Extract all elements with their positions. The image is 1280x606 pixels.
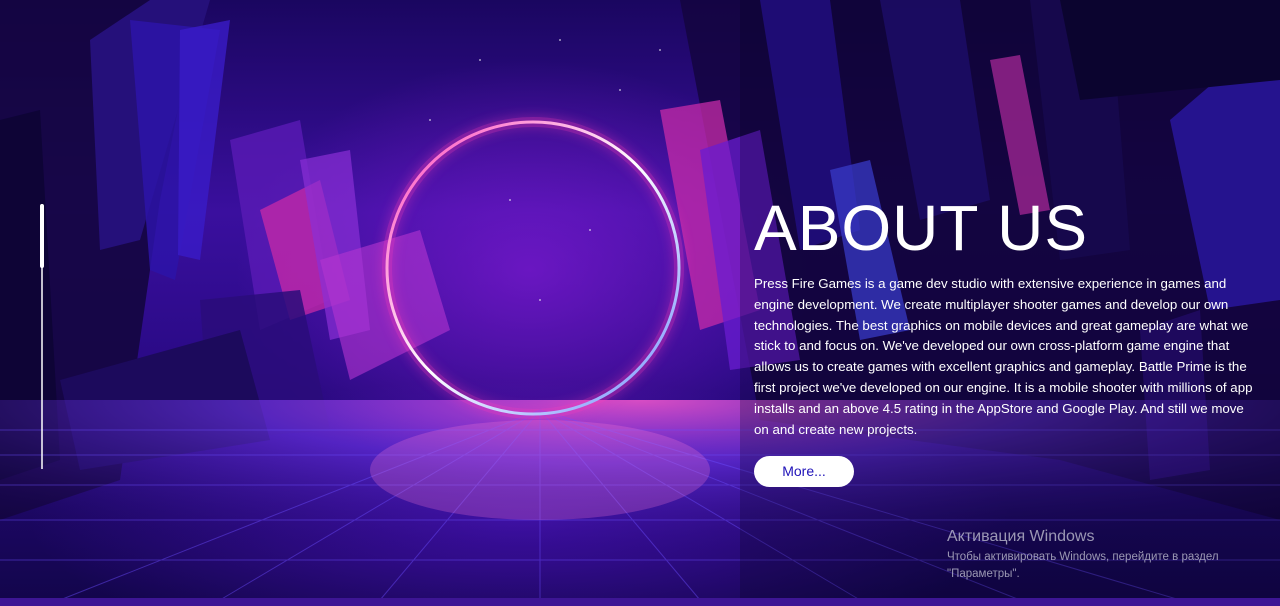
stars bbox=[429, 39, 661, 301]
vertical-scroll-indicator[interactable] bbox=[40, 204, 44, 469]
about-description: Press Fire Games is a game dev studio wi… bbox=[754, 276, 1253, 437]
more-button[interactable]: More... bbox=[754, 456, 854, 488]
activation-title: Активация Windows bbox=[947, 528, 1095, 545]
about-title: ABOUT US bbox=[754, 192, 1088, 264]
activation-text: Чтобы активировать Windows, перейдите в … bbox=[947, 551, 1219, 580]
bottom-strip bbox=[0, 598, 1280, 606]
about-page: ABOUT US Press Fire Games is a game dev … bbox=[0, 0, 1280, 606]
about-section: ABOUT US Press Fire Games is a game dev … bbox=[754, 192, 1254, 488]
scroll-thumb[interactable] bbox=[40, 204, 44, 268]
windows-activation-watermark: Активация Windows Чтобы активировать Win… bbox=[947, 527, 1247, 583]
